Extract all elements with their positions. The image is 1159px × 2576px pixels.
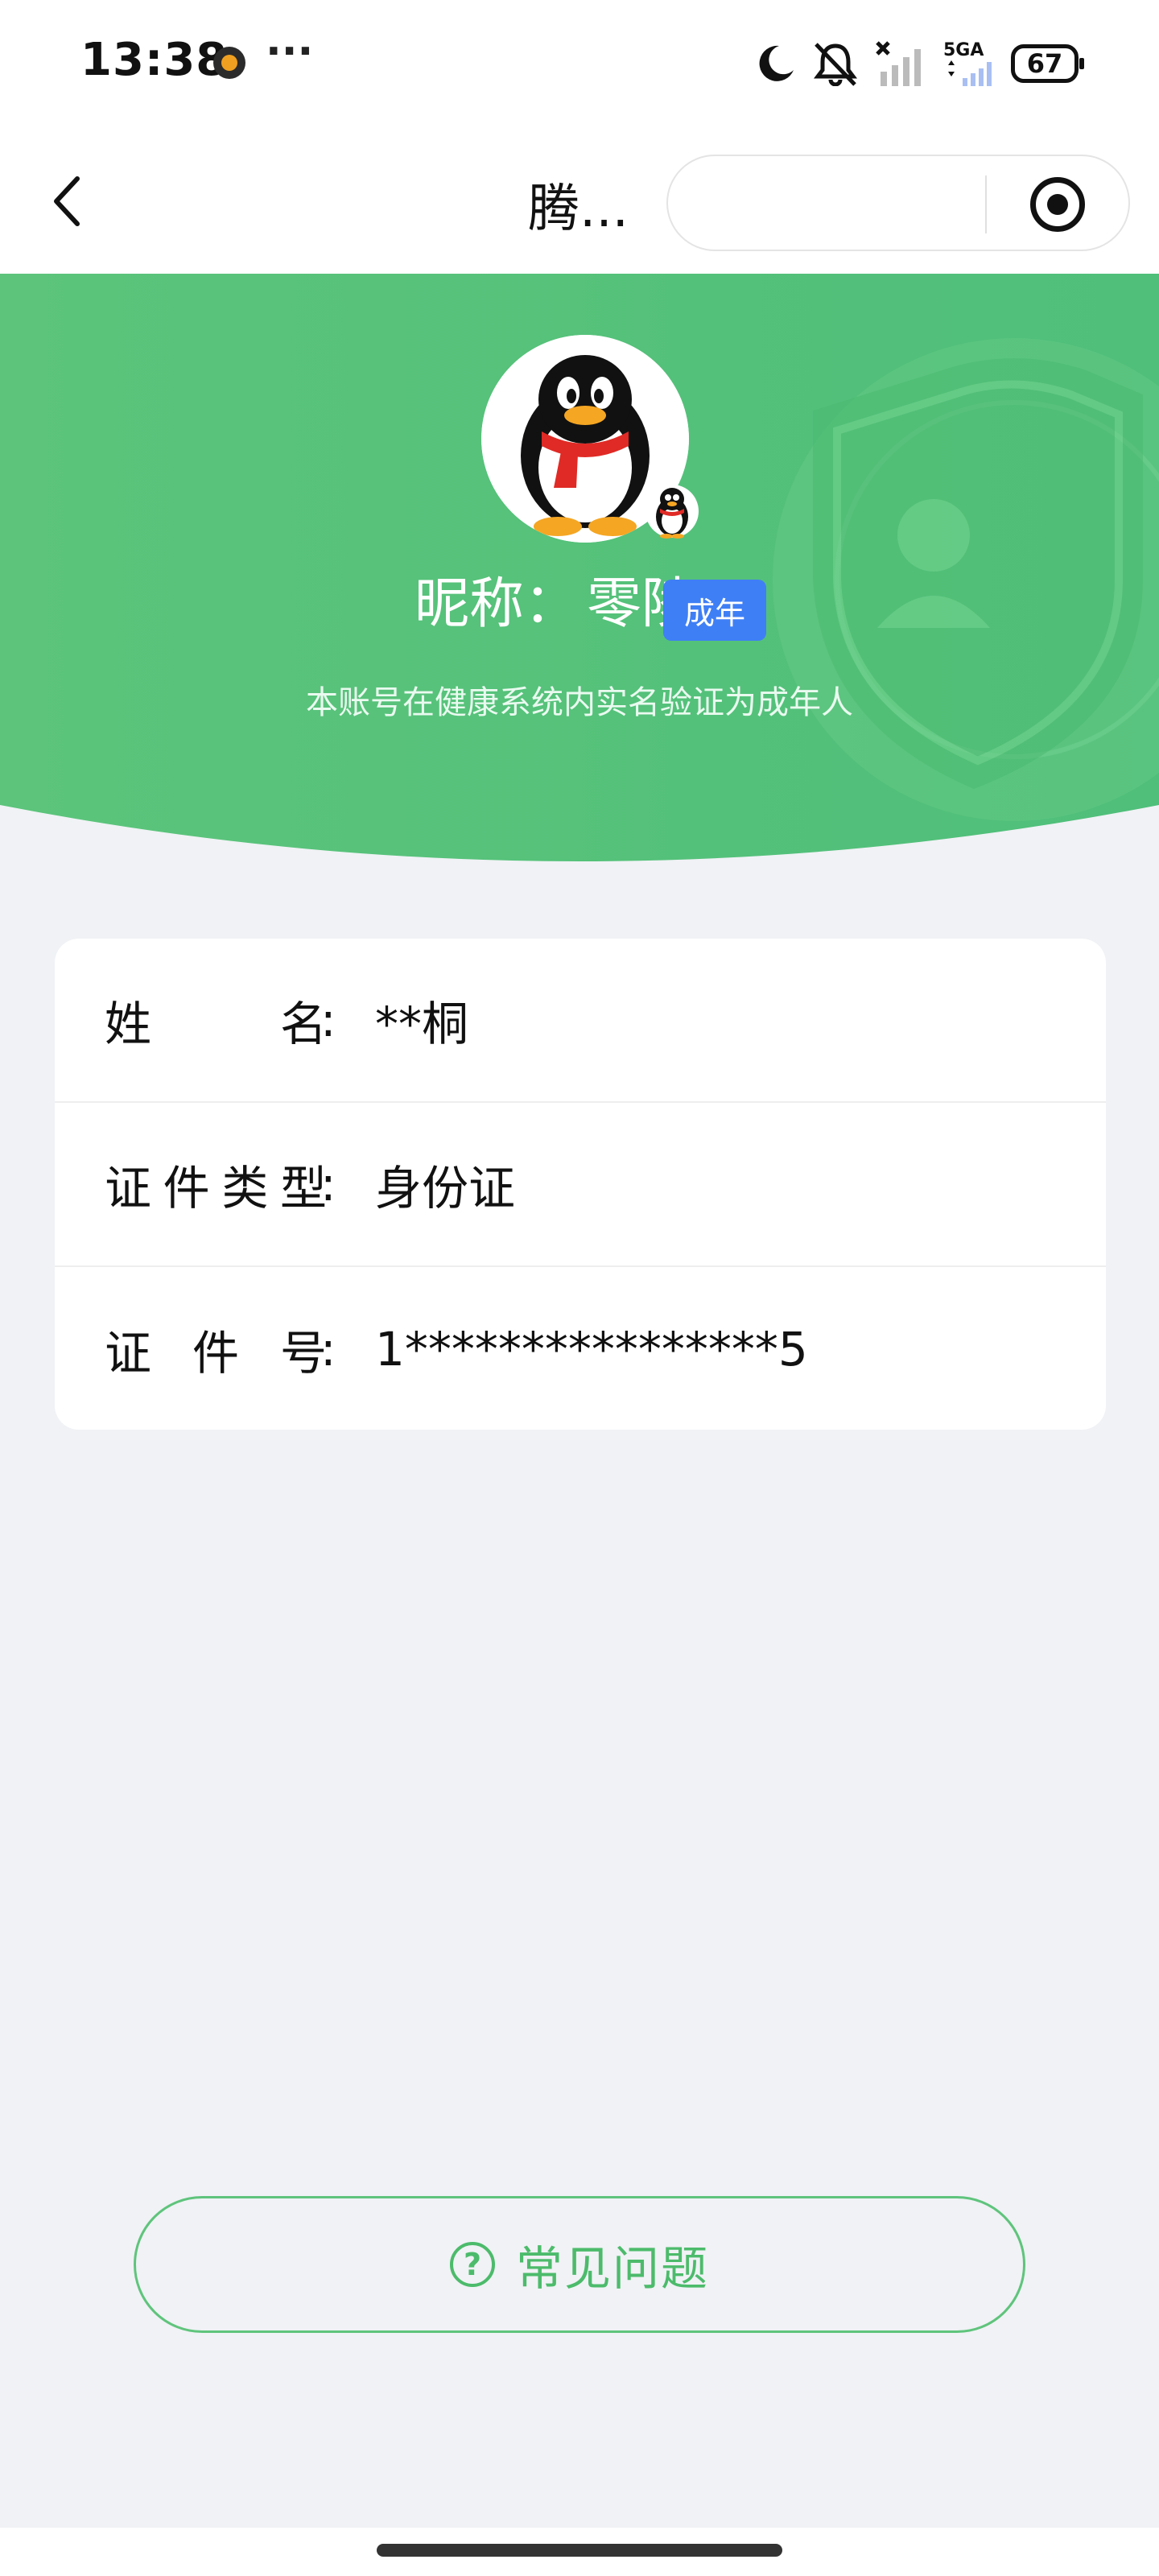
signal-off-icon [876,41,921,86]
verification-description: 本账号在健康系统内实名验证为成年人 [306,684,853,721]
nickname-line: 昵称： 零陵 [0,559,1159,638]
capsule-divider [985,175,987,233]
info-colon: : [320,1157,336,1212]
nav-bar: 腾... [0,129,1159,274]
faq-label: 常见问题 [515,2241,709,2296]
info-row-id-type: 证 件 类 型 : 身份证 [55,1103,1106,1267]
moon-icon [759,45,794,81]
battery-icon: 67 [1011,44,1084,83]
info-label: 证 件 类 型 [105,1161,327,1216]
faq-button[interactable]: ? 常见问题 [134,2196,1025,2333]
info-row-id-number: 证 件 号 : 1****************5 [55,1267,1106,1430]
info-value-id-type: 身份证 [375,1161,516,1216]
status-icons: 5GA 67 [755,35,1084,92]
info-colon: : [320,1322,336,1377]
info-row-name: 姓 名 : **桐 [55,939,1106,1103]
info-value-name: **桐 [375,997,469,1051]
info-colon: : [320,993,336,1047]
target-icon[interactable] [1030,177,1085,232]
bell-muted-icon [814,43,857,86]
identity-info-card: 姓 名 : **桐 证 件 类 型 : 身份证 证 件 号 : 1******* [55,939,1106,1430]
5g-signal-icon: 5GA [943,40,992,86]
question-circle-icon: ? [449,2242,495,2287]
qq-logo-icon [645,485,699,539]
chevron-left-icon[interactable] [42,169,90,233]
info-value-id-number: 1****************5 [375,1322,808,1377]
mini-program-capsule [666,155,1130,251]
nickname-label: 昵称： [414,572,579,636]
status-more-dots: ··· [266,27,314,76]
info-label: 姓 名 [105,997,327,1051]
app-notification-icon [213,47,245,79]
battery-level: 67 [1026,48,1063,79]
info-label: 证 件 号 [105,1326,327,1381]
status-bar: 13:38 ··· 5GA 67 [0,0,1159,129]
adult-badge: 成年 [663,580,766,641]
page-title: 腾... [528,180,629,239]
status-time: 13:38 [80,34,229,86]
home-indicator[interactable] [377,2544,782,2557]
profile-banner: 昵称： 零陵 成年 本账号在健康系统内实名验证为成年人 [0,274,1159,869]
network-label: 5GA [943,40,984,60]
